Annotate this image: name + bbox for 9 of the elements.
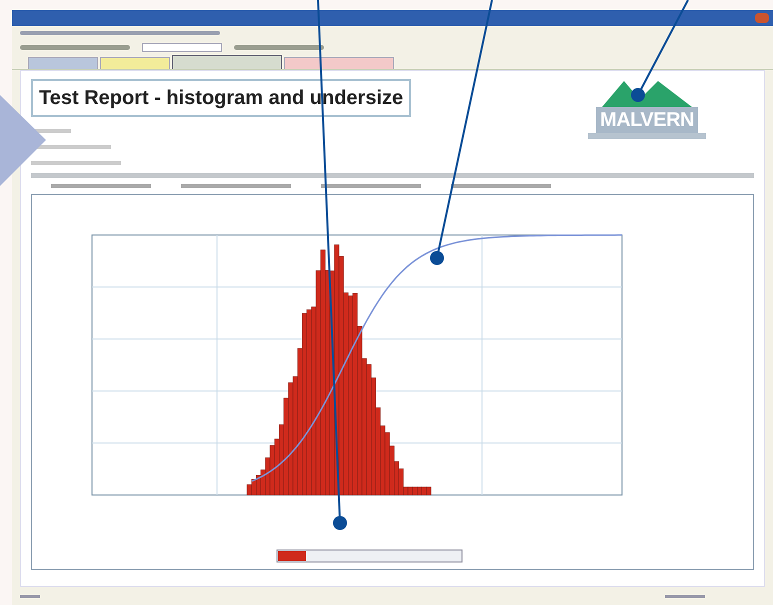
- status-text-drawing: [20, 594, 40, 598]
- mountain-icon: [602, 81, 692, 107]
- close-icon[interactable]: [755, 13, 769, 23]
- tab[interactable]: [172, 55, 282, 69]
- tab[interactable]: [100, 57, 170, 69]
- dropdown-field[interactable]: [142, 42, 222, 52]
- status-text-drawing: [665, 594, 705, 598]
- logo-text: MALVERN: [596, 107, 698, 133]
- tab[interactable]: [284, 57, 394, 69]
